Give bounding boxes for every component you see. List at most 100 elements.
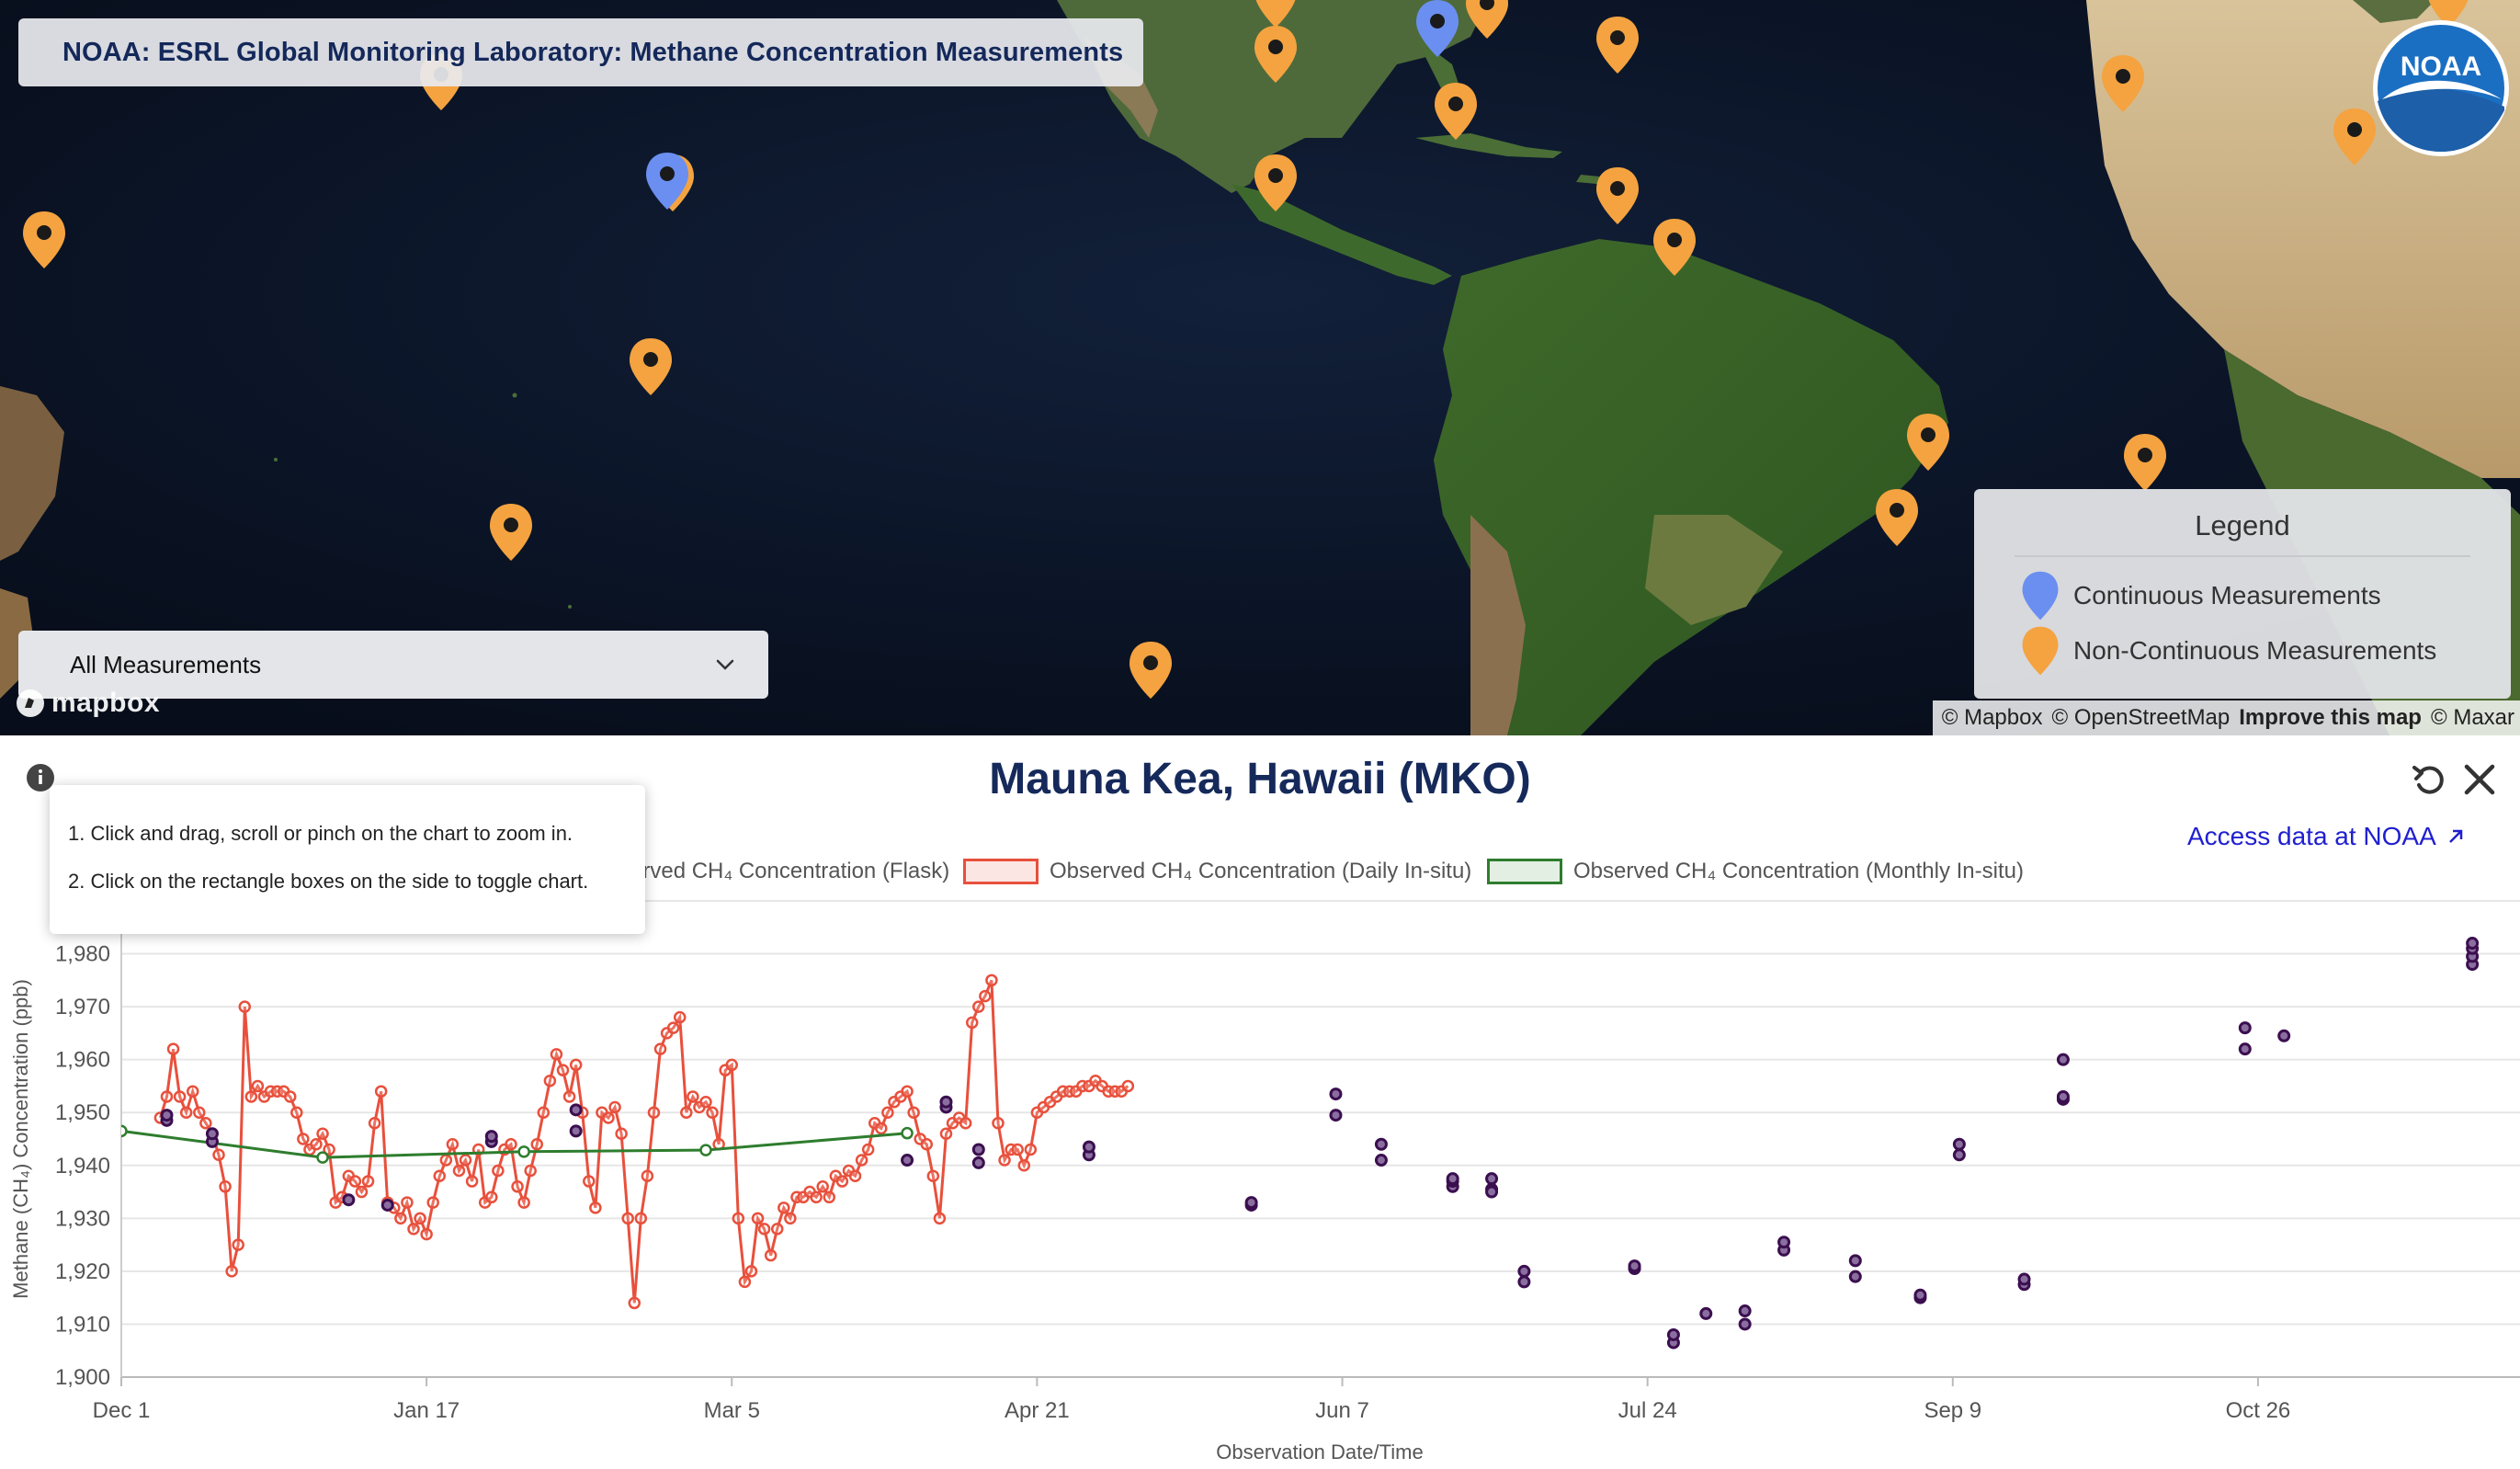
- flask-point[interactable]: [1329, 1088, 1343, 1101]
- station-marker-orange[interactable]: [1594, 15, 1641, 75]
- daily-insitu-point[interactable]: [394, 1212, 407, 1225]
- daily-insitu-point[interactable]: [764, 1248, 778, 1262]
- daily-insitu-point[interactable]: [348, 1175, 362, 1188]
- noaa-logo[interactable]: NOAA: [2371, 18, 2511, 158]
- daily-insitu-point[interactable]: [589, 1201, 602, 1214]
- daily-insitu-point[interactable]: [699, 1095, 712, 1109]
- monthly-insitu-point[interactable]: [117, 1124, 128, 1138]
- flask-point[interactable]: [380, 1198, 394, 1212]
- daily-insitu-point[interactable]: [1017, 1159, 1031, 1172]
- daily-insitu-point[interactable]: [907, 1106, 920, 1119]
- daily-insitu-point[interactable]: [238, 1000, 252, 1013]
- daily-insitu-point[interactable]: [744, 1265, 758, 1278]
- daily-insitu-point[interactable]: [310, 1138, 323, 1151]
- station-marker-orange[interactable]: [487, 502, 535, 563]
- flask-point[interactable]: [2056, 1053, 2070, 1066]
- daily-insitu-point[interactable]: [751, 1212, 765, 1225]
- flask-point[interactable]: [1738, 1304, 1752, 1318]
- legend-toggle-monthly[interactable]: Observed CH₄ Concentration (Monthly In-s…: [1487, 859, 2024, 884]
- flask-point[interactable]: [1446, 1172, 1459, 1186]
- flask-point[interactable]: [569, 1103, 583, 1117]
- flask-point[interactable]: [2017, 1272, 2031, 1286]
- flask-point[interactable]: [971, 1143, 985, 1156]
- daily-insitu-point[interactable]: [939, 1127, 953, 1140]
- daily-insitu-point[interactable]: [569, 1058, 583, 1072]
- daily-insitu-point[interactable]: [316, 1127, 329, 1140]
- daily-insitu-point[interactable]: [979, 989, 992, 1003]
- station-marker-orange[interactable]: [1873, 487, 1921, 548]
- daily-insitu-point[interactable]: [361, 1175, 375, 1188]
- station-marker-orange[interactable]: [20, 210, 68, 270]
- daily-insitu-point[interactable]: [835, 1175, 849, 1188]
- flask-point[interactable]: [1848, 1254, 1862, 1268]
- flask-point[interactable]: [1082, 1140, 1095, 1154]
- daily-insitu-point[interactable]: [1011, 1143, 1024, 1156]
- attribution-osm-link[interactable]: © OpenStreetMap: [2051, 705, 2230, 731]
- daily-insitu-point[interactable]: [608, 1100, 621, 1114]
- monthly-insitu-point[interactable]: [699, 1144, 712, 1156]
- daily-insitu-point[interactable]: [1024, 1143, 1038, 1156]
- flask-point[interactable]: [1628, 1259, 1641, 1273]
- daily-insitu-point[interactable]: [666, 1021, 680, 1034]
- improve-map-link[interactable]: Improve this map: [2239, 705, 2422, 731]
- flask-point[interactable]: [1738, 1317, 1752, 1331]
- daily-insitu-point[interactable]: [193, 1106, 206, 1119]
- flask-point[interactable]: [1517, 1275, 1531, 1289]
- daily-insitu-point[interactable]: [374, 1085, 388, 1098]
- map-view[interactable]: NOAA: ESRL Global Monitoring Laboratory:…: [0, 0, 2520, 735]
- flask-point[interactable]: [939, 1095, 953, 1109]
- daily-insitu-point[interactable]: [283, 1090, 297, 1103]
- daily-insitu-point[interactable]: [166, 1042, 180, 1055]
- daily-insitu-point[interactable]: [160, 1090, 174, 1103]
- daily-insitu-point[interactable]: [757, 1223, 771, 1236]
- daily-insitu-point[interactable]: [933, 1212, 947, 1225]
- monthly-insitu-point[interactable]: [316, 1151, 329, 1164]
- flask-point[interactable]: [1913, 1288, 1927, 1302]
- daily-insitu-point[interactable]: [511, 1180, 524, 1193]
- daily-insitu-point[interactable]: [426, 1196, 439, 1209]
- daily-insitu-point[interactable]: [465, 1175, 479, 1188]
- daily-insitu-point[interactable]: [602, 1111, 615, 1124]
- flask-point[interactable]: [484, 1130, 498, 1144]
- reset-zoom-icon[interactable]: [2410, 759, 2450, 800]
- station-marker-orange[interactable]: [1127, 640, 1175, 700]
- daily-insitu-point[interactable]: [232, 1238, 244, 1251]
- daily-insitu-point[interactable]: [875, 1122, 888, 1135]
- flask-point[interactable]: [569, 1124, 583, 1138]
- flask-point[interactable]: [1329, 1109, 1343, 1122]
- daily-insitu-point[interactable]: [446, 1138, 460, 1151]
- daily-insitu-point[interactable]: [543, 1074, 557, 1088]
- daily-insitu-point[interactable]: [998, 1154, 1011, 1167]
- daily-insitu-point[interactable]: [816, 1180, 829, 1193]
- attribution-maxar-link[interactable]: © Maxar: [2431, 705, 2514, 731]
- flask-point[interactable]: [2277, 1029, 2291, 1042]
- mapbox-logo[interactable]: mapbox: [15, 688, 160, 719]
- station-marker-orange[interactable]: [1432, 81, 1480, 142]
- daily-insitu-point[interactable]: [673, 1010, 687, 1024]
- flask-point[interactable]: [1517, 1264, 1531, 1278]
- legend-swatch-daily[interactable]: [963, 859, 1039, 884]
- daily-insitu-point[interactable]: [562, 1090, 576, 1103]
- daily-insitu-point[interactable]: [459, 1154, 472, 1167]
- daily-insitu-point[interactable]: [550, 1048, 563, 1061]
- daily-insitu-point[interactable]: [517, 1196, 530, 1209]
- daily-insitu-point[interactable]: [524, 1164, 537, 1178]
- flask-point[interactable]: [901, 1154, 914, 1167]
- daily-insitu-point[interactable]: [615, 1127, 628, 1140]
- close-icon[interactable]: [2463, 763, 2496, 796]
- daily-insitu-point[interactable]: [433, 1169, 447, 1183]
- flask-point[interactable]: [1374, 1137, 1388, 1151]
- daily-insitu-point[interactable]: [706, 1106, 719, 1119]
- daily-insitu-point[interactable]: [485, 1190, 498, 1204]
- station-marker-orange[interactable]: [627, 336, 675, 397]
- daily-insitu-point[interactable]: [244, 1090, 258, 1103]
- station-marker-orange[interactable]: [1252, 153, 1300, 213]
- daily-insitu-point[interactable]: [556, 1064, 570, 1076]
- legend-toggle-daily[interactable]: Observed CH₄ Concentration (Daily In-sit…: [963, 859, 1471, 884]
- daily-insitu-point[interactable]: [732, 1212, 745, 1225]
- daily-insitu-point[interactable]: [537, 1106, 551, 1119]
- daily-insitu-point[interactable]: [634, 1212, 648, 1225]
- daily-insitu-point[interactable]: [492, 1164, 505, 1178]
- daily-insitu-point[interactable]: [173, 1090, 187, 1103]
- daily-insitu-point[interactable]: [179, 1106, 193, 1119]
